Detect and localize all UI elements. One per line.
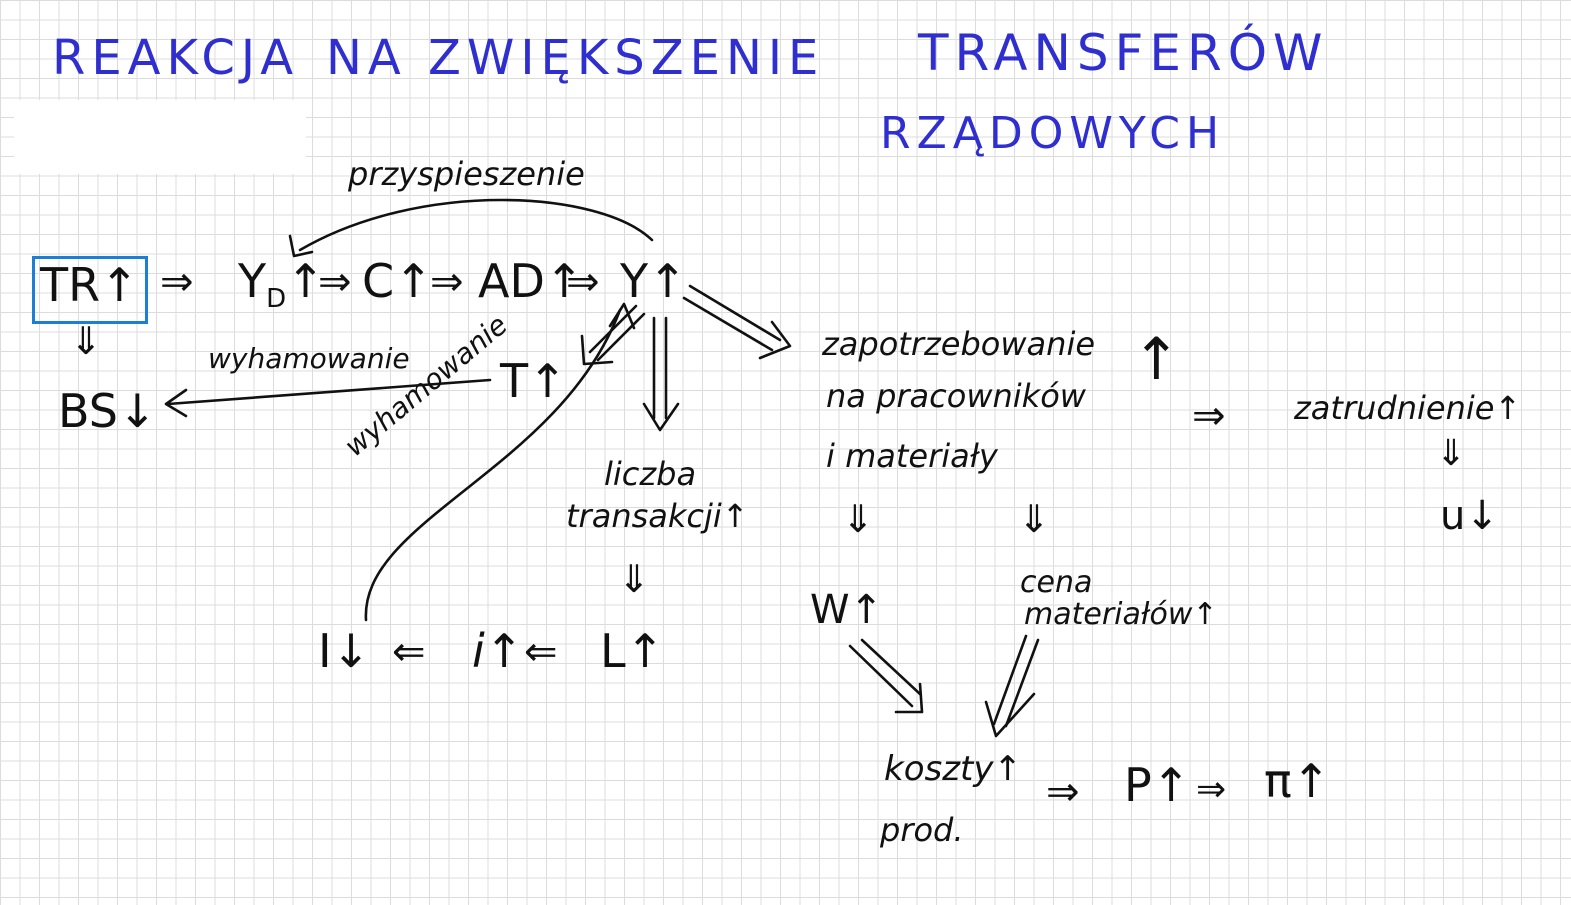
arrow-wages-to-costs-1 (848, 644, 914, 708)
arrow-wages-to-costs-head (894, 682, 924, 714)
arrow-taxes-to-budget (166, 378, 492, 406)
arrow-output-to-demand-2 (682, 296, 774, 352)
arrow-output-to-transactions-head (642, 402, 680, 432)
arrow-material-price-to-costs-1 (992, 634, 1028, 726)
arrow-material-price-to-costs-2 (1004, 638, 1040, 728)
arrow-przyspieszenie (298, 198, 654, 252)
connector-arrows (164, 198, 1040, 738)
arrow-investment-to-output (364, 308, 622, 622)
arrow-output-to-demand-head (758, 320, 792, 360)
arrow-output-to-demand-1 (688, 284, 782, 342)
